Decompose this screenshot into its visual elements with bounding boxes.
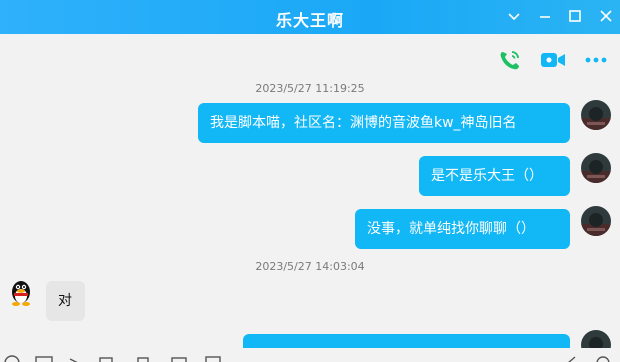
close-icon[interactable] [597,7,615,25]
outgoing-message[interactable]: 我是脚本喵，社区名：渊博的音波鱼kw_神岛旧名 [198,103,570,143]
self-avatar[interactable] [581,100,611,130]
chat-title: 乐大王啊 [275,11,344,30]
peer-avatar[interactable] [6,277,36,307]
input-toolbar [0,348,620,362]
outgoing-message[interactable]: 没事，就单纯找你聊聊（） [355,209,570,249]
self-avatar[interactable] [581,206,611,236]
video-call-icon[interactable] [540,48,566,72]
self-avatar[interactable] [581,153,611,183]
message-timestamp: 2023/5/27 14:03:04 [255,260,365,273]
more-icon[interactable] [583,48,609,72]
title-bar: 乐大王啊 [0,0,620,34]
minimize-icon[interactable] [536,7,554,25]
maximize-icon[interactable] [566,7,584,25]
input-toolbar-icons[interactable] [0,349,620,362]
message-timestamp: 2023/5/27 11:19:25 [255,82,365,95]
chevron-down-icon[interactable] [505,7,523,25]
chat-window: 乐大王啊 2023/5/27 11:19:25 我是脚本喵，社区名：渊博的音波鱼… [0,0,620,362]
phone-call-icon[interactable] [497,48,523,72]
incoming-message[interactable]: 对 [46,281,85,321]
outgoing-message[interactable]: 是不是乐大王（） [419,156,570,196]
